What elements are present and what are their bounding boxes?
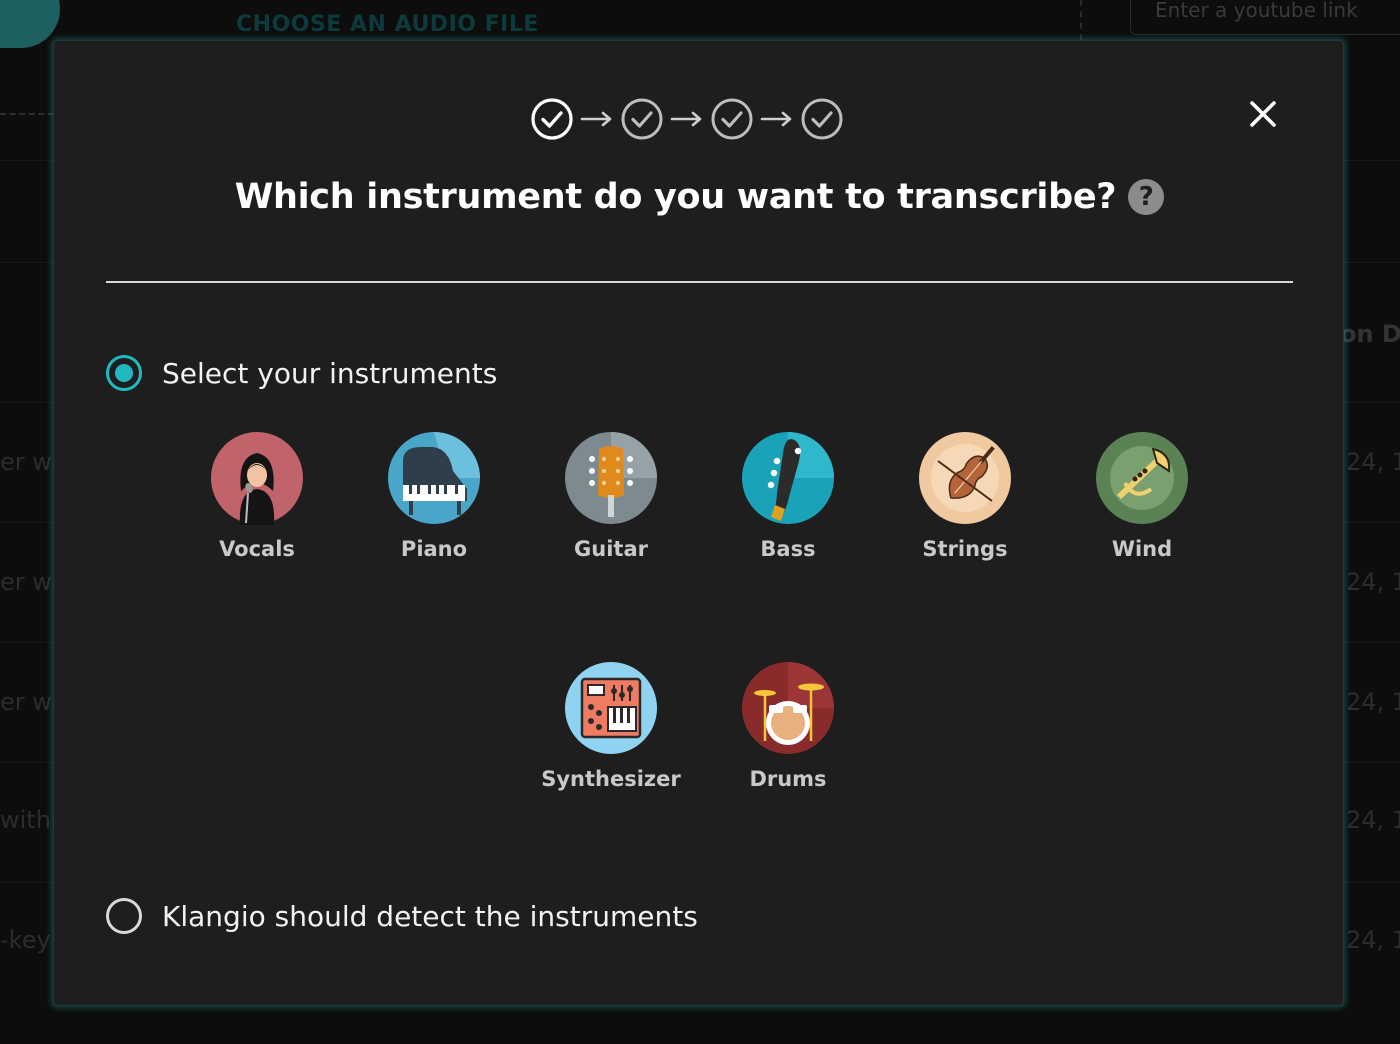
instrument-label: Wind bbox=[1111, 537, 1173, 561]
table-cell-title: er wi bbox=[0, 688, 59, 716]
step-2-check-icon bbox=[621, 98, 663, 140]
instrument-vocals[interactable]: Vocals bbox=[187, 431, 327, 561]
instrument-label: Bass bbox=[760, 537, 816, 561]
instrument-label: Strings bbox=[922, 537, 1008, 561]
table-cell-date: 24, 1 bbox=[1346, 568, 1400, 596]
table-cell-title: er wi bbox=[0, 448, 59, 476]
instrument-synthesizer[interactable]: Synthesizer bbox=[541, 661, 681, 791]
table-cell-title: er wi bbox=[0, 568, 59, 596]
table-cell-date: 24, 1 bbox=[1346, 688, 1400, 716]
radio-select-instruments[interactable] bbox=[106, 355, 142, 391]
instrument-label: Guitar bbox=[574, 537, 648, 561]
table-cell-title: -key bbox=[0, 926, 51, 954]
drums-icon bbox=[742, 662, 834, 754]
option-select-instruments[interactable]: Select your instruments bbox=[106, 355, 497, 391]
instrument-drums[interactable]: Drums bbox=[718, 661, 858, 791]
app-logo bbox=[0, 0, 60, 48]
close-icon[interactable] bbox=[1246, 97, 1280, 131]
option-select-instruments-label: Select your instruments bbox=[162, 356, 498, 390]
wind-icon bbox=[1096, 432, 1188, 524]
step-arrow-icon bbox=[574, 97, 620, 141]
table-cell-date: 24, 10 bbox=[1346, 926, 1400, 954]
dashed-divider bbox=[0, 113, 54, 115]
dialog-title: Which instrument do you want to transcri… bbox=[234, 177, 1117, 217]
instrument-label: Piano bbox=[400, 537, 468, 561]
table-cell-date: 24, 1 bbox=[1346, 448, 1400, 476]
dialog-title-row: Which instrument do you want to transcri… bbox=[54, 177, 1345, 217]
instrument-strings[interactable]: Strings bbox=[895, 431, 1035, 561]
vocals-icon bbox=[211, 432, 303, 525]
step-3-check-icon bbox=[711, 98, 753, 140]
step-4-check-icon bbox=[801, 98, 843, 140]
guitar-icon bbox=[565, 432, 657, 524]
option-detect-instruments-label: Klangio should detect the instruments bbox=[162, 899, 698, 933]
youtube-link-input[interactable]: Enter a youtube link bbox=[1130, 0, 1400, 35]
instrument-piano[interactable]: Piano bbox=[364, 431, 504, 561]
radio-detect-instruments[interactable] bbox=[106, 898, 142, 934]
synthesizer-icon bbox=[565, 662, 657, 754]
youtube-link-placeholder: Enter a youtube link bbox=[1155, 0, 1358, 22]
instrument-bass[interactable]: Bass bbox=[718, 431, 858, 561]
divider bbox=[106, 281, 1293, 283]
piano-icon bbox=[388, 432, 480, 524]
instrument-label: Vocals bbox=[219, 537, 295, 561]
table-cell-title: with bbox=[0, 806, 51, 834]
step-arrow-icon bbox=[754, 97, 800, 141]
option-detect-instruments[interactable]: Klangio should detect the instruments bbox=[106, 898, 698, 934]
step-arrow-icon bbox=[664, 97, 710, 141]
instrument-label: Drums bbox=[749, 767, 827, 791]
help-icon[interactable]: ? bbox=[1128, 179, 1165, 215]
progress-steps bbox=[530, 96, 844, 142]
step-1-check-icon bbox=[531, 98, 573, 140]
strings-icon bbox=[919, 432, 1011, 524]
choose-audio-file-label[interactable]: CHOOSE AN AUDIO FILE bbox=[236, 12, 539, 37]
dashed-separator bbox=[1080, 0, 1082, 40]
table-cell-date: 24, 1 bbox=[1346, 806, 1400, 834]
instrument-selection-dialog: Which instrument do you want to transcri… bbox=[53, 40, 1344, 1006]
instrument-label: Synthesizer bbox=[541, 767, 681, 791]
instrument-guitar[interactable]: Guitar bbox=[541, 431, 681, 561]
table-header-date: on D bbox=[1340, 320, 1400, 348]
bass-icon bbox=[742, 432, 834, 524]
instrument-wind[interactable]: Wind bbox=[1072, 431, 1212, 561]
close-button[interactable] bbox=[1246, 97, 1280, 131]
